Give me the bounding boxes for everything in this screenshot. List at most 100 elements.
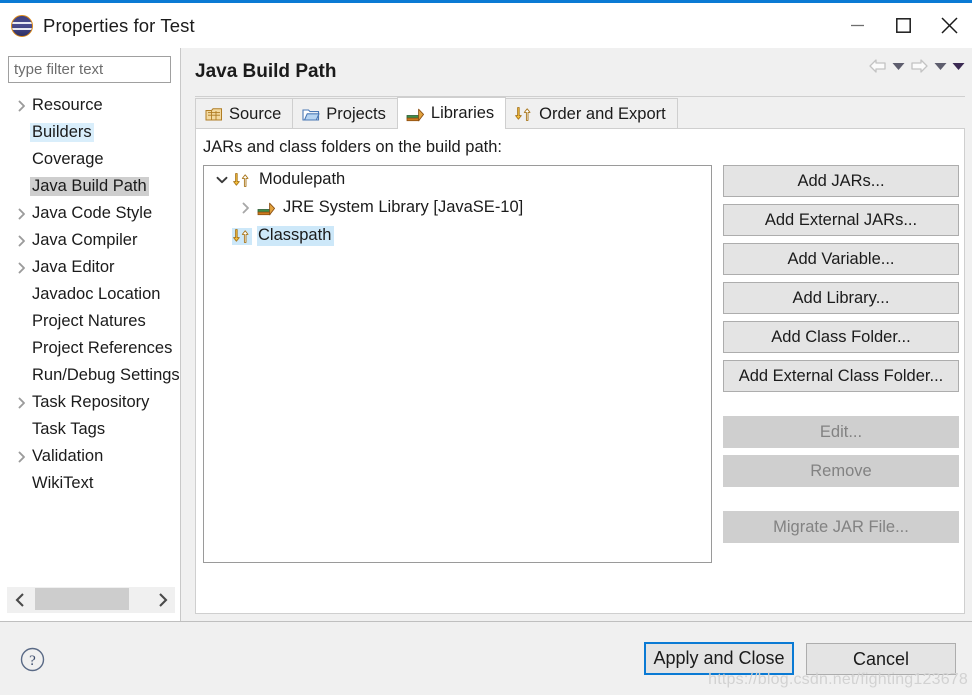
library-books-icon [406,105,425,122]
back-arrow-icon[interactable] [868,58,887,74]
sidebar-item-label: WikiText [30,474,95,494]
scrollbar-thumb[interactable] [35,588,129,610]
content-label: JARs and class folders on the build path… [203,138,502,157]
tab-source[interactable]: Source [195,98,293,129]
chevron-right-icon[interactable] [14,100,30,112]
chevron-right-icon[interactable] [14,451,30,463]
tab-label: Order and Export [539,105,666,124]
forward-menu-chevron-down-icon[interactable] [934,62,947,71]
add-external-jars-button[interactable]: Add External JARs... [723,204,959,236]
add-jars-button[interactable]: Add JARs... [723,165,959,197]
sidebar-item-label: Coverage [30,150,106,170]
library-books-icon [256,200,276,217]
blue-folder-icon [301,106,320,123]
chevron-right-icon[interactable] [14,397,30,409]
libraries-panel: JARs and class folders on the build path… [195,128,965,614]
svg-text:?: ? [29,653,36,669]
chevron-right-icon[interactable] [236,202,256,214]
main-panel: Java Build Path SourceP [182,48,972,621]
minimize-icon[interactable] [834,3,880,48]
package-folder-icon [204,106,223,123]
sidebar-horizontal-scrollbar[interactable] [7,587,175,613]
sidebar-item-task-tags[interactable]: Task Tags [0,416,181,443]
sidebar-item-task-repository[interactable]: Task Repository [0,389,181,416]
order-arrows-icon [232,228,252,245]
sidebar-item-validation[interactable]: Validation [0,443,181,470]
jar-tree[interactable]: Modulepath JRE System Library [JavaSE-10]… [203,165,712,563]
filter-input[interactable] [8,56,171,83]
sidebar-item-run-debug-settings[interactable]: Run/Debug Settings [0,362,181,389]
tree-row-label: JRE System Library [JavaSE-10] [281,198,526,218]
settings-tree: Resource Builders Coverage Java Build Path J… [0,92,181,592]
tree-row[interactable]: Classpath [204,222,711,250]
tree-row[interactable]: JRE System Library [JavaSE-10] [204,194,711,222]
sidebar-item-java-compiler[interactable]: Java Compiler [0,227,181,254]
sidebar-item-project-references[interactable]: Project References [0,335,181,362]
remove-button: Remove [723,455,959,487]
sidebar-item-label: Project Natures [30,312,148,332]
sidebar-item-label: Builders [30,123,94,143]
maximize-icon[interactable] [880,3,926,48]
sidebar-item-coverage[interactable]: Coverage [0,146,181,173]
add-external-class-folder-button[interactable]: Add External Class Folder... [723,360,959,392]
view-menu-chevron-down-icon[interactable] [952,62,965,71]
forward-arrow-icon[interactable] [910,58,929,74]
sidebar-item-project-natures[interactable]: Project Natures [0,308,181,335]
properties-dialog: Properties for Test Resource Builders Cove… [0,0,972,695]
tab-label: Projects [326,105,386,124]
tree-row-label: Modulepath [257,170,348,190]
side-button-column: Add JARs... Add External JARs... Add Varia… [723,165,959,550]
add-library-button[interactable]: Add Library... [723,282,959,314]
order-arrows-icon [232,172,252,189]
edit-button: Edit... [723,416,959,448]
tab-label: Source [229,105,281,124]
window-title: Properties for Test [43,15,195,37]
tree-row-label: Classpath [257,226,334,246]
add-class-folder-button[interactable]: Add Class Folder... [723,321,959,353]
sidebar-item-label: Project References [30,339,174,359]
sidebar-item-label: Task Repository [30,393,151,413]
sidebar-item-label: Java Editor [30,258,117,278]
page-title: Java Build Path [195,61,337,83]
chevron-right-icon[interactable] [149,587,175,613]
tab-bar: Source Projects Libraries Order and Export [195,97,677,129]
sidebar-item-java-editor[interactable]: Java Editor [0,254,181,281]
sidebar-item-wikitext[interactable]: WikiText [0,470,181,497]
sidebar-item-label: Java Code Style [30,204,154,224]
close-icon[interactable] [926,3,972,48]
tab-label: Libraries [431,104,494,123]
tab-projects[interactable]: Projects [292,98,398,129]
chevron-left-icon[interactable] [7,587,33,613]
scrollbar-track[interactable] [33,587,149,613]
help-question-icon[interactable]: ? [20,647,45,672]
migrate-jar-file-button: Migrate JAR File... [723,511,959,543]
sidebar-item-java-build-path[interactable]: Java Build Path [0,173,181,200]
sidebar-item-resource[interactable]: Resource [0,92,181,119]
sidebar-item-java-code-style[interactable]: Java Code Style [0,200,181,227]
sidebar-item-label: Validation [30,447,105,467]
tab-order-and-export[interactable]: Order and Export [505,98,678,129]
add-variable-button[interactable]: Add Variable... [723,243,959,275]
chevron-right-icon[interactable] [14,208,30,220]
title-bar: Properties for Test [0,3,972,48]
chevron-right-icon[interactable] [14,262,30,274]
button-group-gap [723,399,959,416]
watermark: https://blog.csdn.net/fighting123678 [708,671,968,689]
sidebar-item-javadoc-location[interactable]: Javadoc Location [0,281,181,308]
chevron-right-icon[interactable] [14,235,30,247]
tree-row[interactable]: Modulepath [204,166,711,194]
window-controls [834,3,972,48]
sidebar-item-label: Run/Debug Settings [30,366,181,386]
order-arrows-icon [514,106,533,123]
sidebar-item-label: Java Build Path [30,177,149,197]
chevron-down-icon[interactable] [212,175,232,185]
sidebar-item-label: Javadoc Location [30,285,162,305]
eclipse-logo-icon [11,15,33,37]
tab-libraries[interactable]: Libraries [397,97,506,129]
sidebar-item-label: Java Compiler [30,231,139,251]
navigation-arrows [868,58,965,74]
sidebar-item-label: Resource [30,96,105,116]
sidebar-item-builders[interactable]: Builders [0,119,181,146]
sidebar: Resource Builders Coverage Java Build Path J… [0,48,181,621]
back-menu-chevron-down-icon[interactable] [892,62,905,71]
